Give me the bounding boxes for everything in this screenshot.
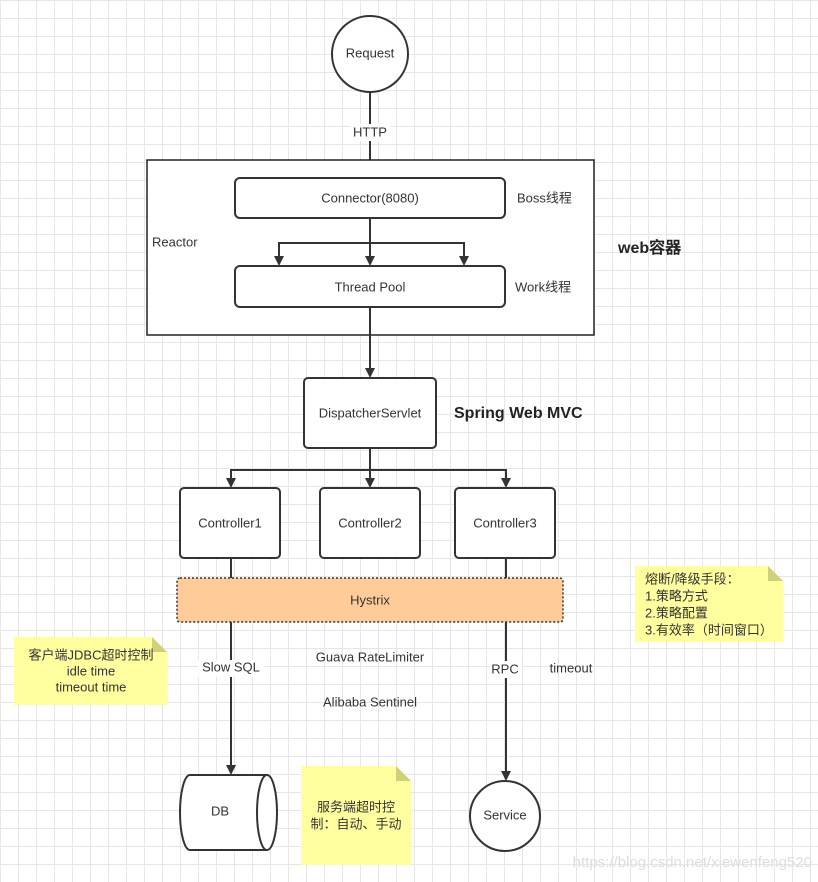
thread-pool-node: Thread Pool: [234, 265, 506, 308]
note-line: 熔断/降级手段：: [645, 571, 740, 586]
client-timeout-note: 客户端JDBC超时控制 idle time timeout time: [14, 637, 167, 705]
rpc-label: RPC: [491, 661, 518, 676]
controller1-node: Controller1: [179, 487, 281, 559]
connector-node: Connector(8080): [234, 177, 506, 219]
service-label: Service: [483, 807, 526, 822]
circuit-breaker-note: 熔断/降级手段： 1.策略方式 2.策略配置 3.有效率（时间窗口）: [635, 566, 783, 642]
work-thread-label: Work线程: [515, 279, 571, 294]
controller1-label: Controller1: [198, 515, 262, 530]
sentinel-label: Alibaba Sentinel: [323, 694, 417, 709]
note-line: idle time: [67, 663, 115, 678]
note-line: 2.策略配置: [645, 605, 708, 620]
controller2-label: Controller2: [338, 515, 402, 530]
hystrix-node: Hystrix: [176, 577, 564, 623]
db-label: DB: [211, 803, 229, 818]
service-node: Service: [469, 780, 541, 852]
diagram-canvas: Request HTTP Connector(8080) Boss线程 Reac…: [0, 0, 818, 882]
controller2-node: Controller2: [319, 487, 421, 559]
note-line: 客户端JDBC超时控制: [29, 647, 154, 662]
note-line: 3.有效率（时间窗口）: [645, 622, 773, 637]
timeout-label: timeout: [550, 660, 593, 675]
controller3-label: Controller3: [473, 515, 537, 530]
hystrix-label: Hystrix: [350, 592, 390, 607]
diagram: Request HTTP Connector(8080) Boss线程 Reac…: [14, 15, 812, 871]
dispatcher-node: DispatcherServlet: [303, 377, 437, 449]
note-line: 1.策略方式: [645, 588, 708, 603]
boss-thread-label: Boss线程: [517, 190, 572, 205]
controller3-node: Controller3: [454, 487, 556, 559]
note-line: 服务端超时控: [317, 799, 395, 814]
spring-mvc-title: Spring Web MVC: [454, 405, 583, 422]
connector-label: Connector(8080): [321, 190, 419, 205]
http-label: HTTP: [353, 124, 387, 139]
dispatcher-label: DispatcherServlet: [319, 405, 422, 420]
slow-sql-label: Slow SQL: [202, 659, 260, 674]
guava-label: Guava RateLimiter: [316, 649, 425, 664]
watermark: https://blog.csdn.net/xiewenfeng520: [573, 854, 812, 871]
request-node: Request: [331, 15, 409, 93]
db-node: DB: [179, 774, 278, 851]
note-line: 制：自动、手动: [310, 816, 401, 831]
web-container-title: web容器: [617, 238, 682, 257]
server-timeout-note: 服务端超时控 制：自动、手动: [301, 766, 411, 865]
request-label: Request: [346, 45, 395, 60]
thread-pool-label: Thread Pool: [335, 279, 406, 294]
note-line: timeout time: [56, 679, 127, 694]
reactor-label: Reactor: [152, 234, 198, 249]
